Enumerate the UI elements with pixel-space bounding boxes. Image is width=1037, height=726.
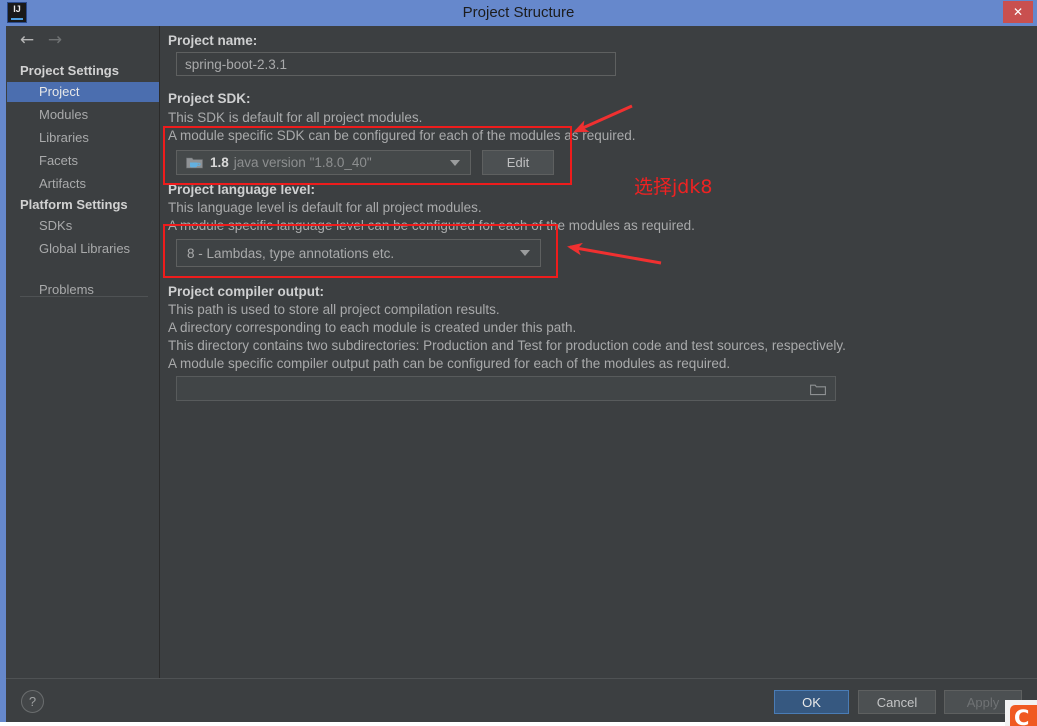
compiler-output-desc-1: This path is used to store all project c…	[168, 302, 500, 317]
chevron-down-icon	[520, 250, 530, 256]
dialog-body: ← → Project Settings Project Modules Lib…	[0, 26, 1037, 726]
chevron-down-icon	[450, 159, 460, 166]
sidebar-item-artifacts[interactable]: Artifacts	[7, 174, 159, 194]
project-sdk-detail: java version "1.8.0_40"	[233, 155, 372, 170]
sidebar-navigation: ← →	[6, 26, 160, 54]
window-title: Project Structure	[462, 4, 575, 21]
sidebar-item-global-libraries[interactable]: Global Libraries	[7, 239, 159, 259]
project-sdk-desc-2: A module specific SDK can be configured …	[168, 128, 636, 143]
title-bar: IJ Project Structure ✕	[0, 0, 1037, 26]
dialog-footer: ? OK Cancel Apply	[6, 678, 1037, 722]
compiler-output-label: Project compiler output:	[168, 284, 325, 299]
sidebar-item-label: SDKs	[39, 218, 73, 233]
apply-button: Apply	[944, 690, 1022, 714]
sdk-folder-icon	[186, 156, 203, 170]
language-level-desc-2: A module specific language level can be …	[168, 218, 695, 233]
cancel-button[interactable]: Cancel	[858, 690, 936, 714]
language-level-value: 8 - Lambdas, type annotations etc.	[187, 245, 395, 261]
sidebar-group-header-platform-settings: Platform Settings	[20, 197, 128, 212]
sidebar-item-label: Facets	[39, 153, 79, 168]
sidebar-item-label: Libraries	[39, 130, 89, 145]
compiler-output-desc-2: A directory corresponding to each module…	[168, 320, 577, 335]
sidebar-item-modules[interactable]: Modules	[7, 105, 159, 125]
project-sdk-label: Project SDK:	[168, 91, 251, 106]
sidebar-item-libraries[interactable]: Libraries	[7, 128, 159, 148]
project-name-input[interactable]: spring-boot-2.3.1	[176, 52, 616, 76]
edit-sdk-button-label: Edit	[506, 155, 530, 170]
compiler-output-desc-4: A module specific compiler output path c…	[168, 356, 731, 371]
language-level-dropdown[interactable]: 8 - Lambdas, type annotations etc.	[176, 239, 541, 267]
sidebar-item-problems[interactable]: Problems	[7, 280, 159, 300]
project-sdk-dropdown[interactable]: 1.8 java version "1.8.0_40"	[176, 150, 471, 175]
project-name-label: Project name:	[168, 33, 258, 48]
sidebar-item-project[interactable]: Project	[7, 82, 159, 102]
sidebar-item-label: Artifacts	[39, 176, 86, 191]
bottom-edge-strip	[0, 722, 1037, 726]
edit-sdk-button[interactable]: Edit	[482, 150, 554, 175]
language-level-desc-1: This language level is default for all p…	[168, 200, 482, 215]
project-settings-panel: Project name: spring-boot-2.3.1 Project …	[161, 26, 1037, 678]
project-name-value: spring-boot-2.3.1	[185, 56, 288, 72]
close-icon[interactable]: ✕	[1003, 1, 1033, 23]
sidebar-item-sdks[interactable]: SDKs	[7, 216, 159, 236]
sidebar-item-facets[interactable]: Facets	[7, 151, 159, 171]
ok-button[interactable]: OK	[774, 690, 849, 714]
language-level-label: Project language level:	[168, 182, 316, 197]
project-sdk-desc-1: This SDK is default for all project modu…	[168, 110, 423, 125]
compiler-output-path-input[interactable]	[176, 376, 836, 401]
sidebar-group-header-project-settings: Project Settings	[20, 63, 119, 78]
project-structure-dialog: IJ Project Structure ✕ ← → Project Setti…	[0, 0, 1037, 726]
sidebar-item-label: Modules	[39, 107, 89, 122]
sidebar-item-label: Problems	[39, 282, 94, 297]
compiler-output-desc-3: This directory contains two subdirectori…	[168, 338, 846, 353]
forward-arrow-icon[interactable]: →	[44, 30, 66, 50]
folder-icon[interactable]	[810, 383, 826, 395]
settings-sidebar: ← → Project Settings Project Modules Lib…	[6, 26, 160, 678]
help-icon[interactable]: ?	[21, 690, 44, 713]
back-arrow-icon[interactable]: ←	[16, 30, 38, 50]
project-sdk-version: 1.8	[210, 155, 229, 170]
sidebar-item-label: Project	[39, 84, 80, 99]
sidebar-item-label: Global Libraries	[39, 241, 131, 256]
